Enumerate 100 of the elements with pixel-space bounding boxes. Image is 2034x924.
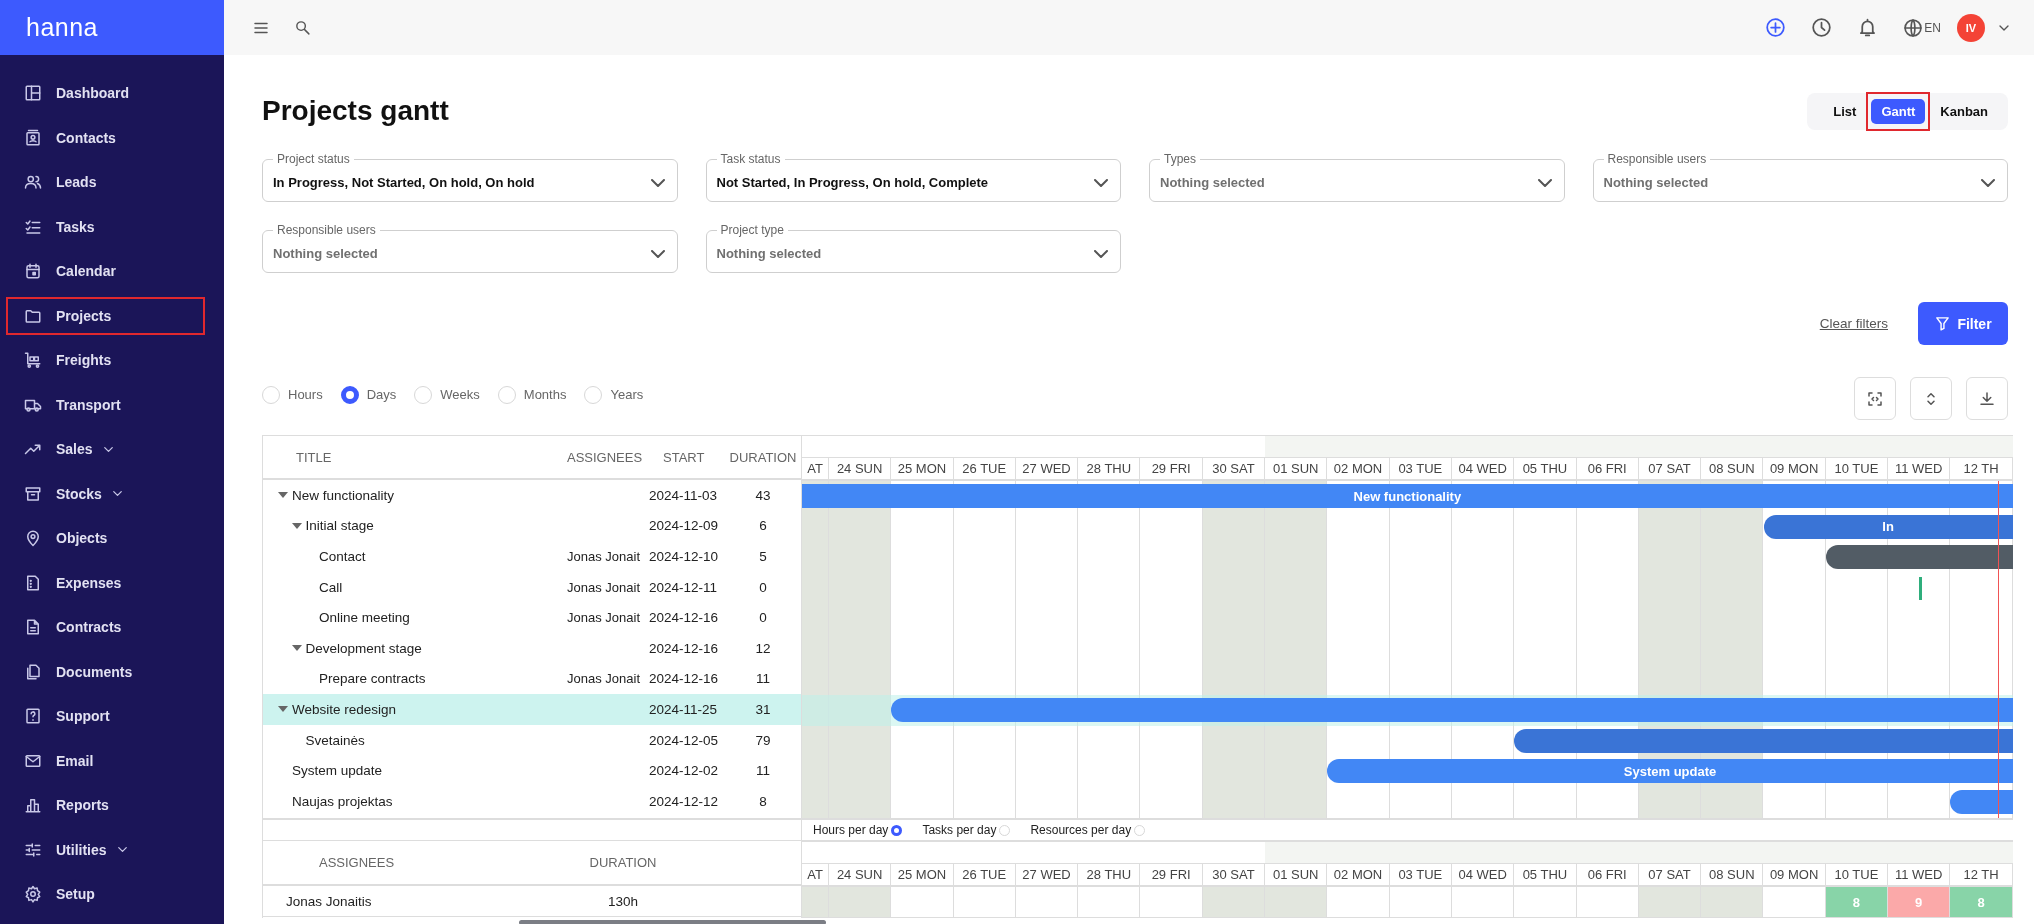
task-row[interactable]: System update 2024-12-02 11 (263, 755, 801, 786)
task-row[interactable]: Website redesign 2024-11-25 31 (263, 694, 801, 725)
load-cell: 9 (1888, 887, 1951, 917)
sidebar-item[interactable]: Sales (6, 430, 205, 468)
day-header: 08 SUN (1701, 458, 1764, 479)
day-header: 05 THU (1514, 864, 1577, 885)
language-selector[interactable]: EN (1903, 17, 1941, 38)
sidebar-item[interactable]: Dashboard (6, 74, 205, 112)
clear-filters-link[interactable]: Clear filters (1819, 316, 1888, 331)
user-avatar[interactable]: IV (1957, 13, 1985, 42)
sidebar-item[interactable]: Utilities (6, 830, 205, 869)
day-header: 01 SUN (1265, 458, 1328, 479)
task-row[interactable]: Prepare contracts Jonas Jonait 2024-12-16 11 (263, 663, 801, 695)
sidebar-item[interactable]: Documents (6, 652, 205, 691)
day-header: 07 SAT (1638, 458, 1702, 479)
column-header: ASSIGNEES (318, 855, 396, 870)
plus-circle-icon[interactable] (1765, 17, 1787, 38)
task-title: Call (319, 579, 343, 595)
sidebar-item[interactable]: Transport (6, 385, 205, 424)
day-header: 11 WED (1888, 864, 1951, 885)
sidebar-item[interactable]: Objects (6, 519, 205, 557)
bar-chart-icon (24, 796, 42, 814)
search-icon[interactable] (294, 19, 311, 36)
task-row[interactable]: Development stage 2024-12-16 12 (263, 632, 801, 664)
sidebar-item[interactable]: Leads (6, 163, 205, 201)
sidebar-item[interactable]: Email (6, 741, 205, 780)
radio-button[interactable] (891, 824, 903, 836)
duration-value: 0 (758, 579, 768, 595)
chevron-down-icon (1537, 178, 1552, 187)
sidebar-item[interactable]: Setup (6, 875, 205, 913)
tool-button[interactable] (1854, 377, 1896, 420)
fit-screen-icon (1866, 389, 1884, 408)
timeline-bar[interactable]: In (1763, 514, 2013, 539)
chevron-down-icon (650, 178, 665, 187)
day-header: 06 FRI (1576, 458, 1639, 479)
sidebar-item[interactable]: Stocks (6, 474, 205, 513)
start-date: 2024-12-05 (649, 732, 720, 748)
start-date: 2024-11-03 (649, 487, 719, 503)
timeline-bar[interactable] (891, 698, 2013, 723)
sidebar-item[interactable]: Freights (6, 341, 205, 379)
start-date: 2024-12-10 (649, 549, 720, 564)
radio-label: Resources per day (1030, 823, 1132, 837)
sidebar-item[interactable]: Projects (6, 296, 205, 335)
select-field[interactable]: Task status Not Started, In Progress, On hold, Complete (705, 152, 1121, 202)
task-row[interactable]: Initial stage 2024-12-09 6 (263, 510, 801, 542)
day-header: 02 MON (1327, 458, 1390, 479)
task-title: Development stage (305, 640, 422, 656)
task-title: Svetainės (305, 732, 365, 748)
radio-label: Tasks per day (922, 823, 997, 837)
select-field[interactable]: Project type Nothing selected (705, 223, 1121, 273)
sidebar-item[interactable]: Contracts (6, 608, 205, 646)
task-row[interactable]: Svetainės 2024-12-05 79 (263, 724, 801, 756)
radio-button[interactable] (340, 385, 359, 404)
tool-button[interactable] (1966, 377, 2008, 420)
sidebar-item[interactable]: Reports (6, 786, 205, 824)
start-date: 2024-12-16 (649, 640, 720, 656)
field-label: Project type (719, 223, 785, 237)
day-header: 10 TUE (1825, 864, 1889, 885)
day-header: 08 SUN (1701, 864, 1764, 885)
day-header: 28 THU (1078, 864, 1141, 885)
select-field[interactable]: Responsible users Nothing selected (1592, 152, 2008, 202)
sliders-icon (24, 840, 42, 859)
view-tab[interactable]: Kanban (1934, 99, 1994, 123)
sidebar-item[interactable]: Tasks (6, 207, 205, 246)
duration-value: 130h (606, 893, 639, 909)
view-tab[interactable]: Gantt (1871, 98, 1926, 124)
select-field[interactable]: Project status In Progress, Not Started, On hold, On hold (262, 152, 678, 202)
day-header: 12 TH (1950, 458, 2013, 479)
start-date: 2024-12-16 (649, 671, 720, 687)
document-icon (24, 573, 42, 592)
timeline-bar[interactable] (1825, 545, 2013, 570)
sidebar-item[interactable]: Expenses (6, 563, 205, 602)
radio-label: Hours (288, 387, 323, 402)
task-row[interactable]: Call Jonas Jonait 2024-12-11 0 (263, 571, 801, 603)
select-field[interactable]: Responsible users Nothing selected (262, 223, 678, 273)
task-row[interactable]: Online meeting Jonas Jonait 2024-12-16 0 (263, 602, 801, 633)
assignee-name: Jonas Jonait (567, 610, 641, 626)
view-tab[interactable]: List (1827, 99, 1863, 123)
task-row[interactable]: New functionality 2024-11-03 43 (263, 480, 801, 511)
sidebar-item[interactable]: Calendar (6, 252, 205, 290)
task-title: Website redesign (292, 701, 397, 717)
duration-value: 5 (758, 549, 768, 564)
clock-icon[interactable] (1811, 17, 1833, 38)
timeline-bar[interactable] (1514, 728, 2013, 753)
documents-icon (24, 662, 42, 681)
task-row[interactable]: Naujas projektas 2024-12-12 8 (263, 785, 801, 817)
duration-value: 11 (755, 671, 771, 687)
day-header: 30 SAT (1202, 864, 1266, 885)
load-cell: 8 (1950, 887, 2013, 917)
day-header: 24 SUN (829, 458, 892, 479)
assignee-name: Jonas Jonaitis (285, 893, 373, 909)
task-row[interactable]: Contact Jonas Jonait 2024-12-10 5 (263, 541, 801, 572)
field-label: Responsible users (276, 223, 377, 237)
select-field[interactable]: Types Nothing selected (1149, 152, 1565, 202)
duration-value: 12 (754, 640, 772, 656)
sidebar-item[interactable]: Contacts (6, 118, 205, 157)
filter-button[interactable]: Filter (1918, 302, 2008, 345)
document-icon (24, 618, 42, 636)
day-header: 06 FRI (1576, 864, 1639, 885)
sidebar-item[interactable]: Support (6, 697, 205, 735)
